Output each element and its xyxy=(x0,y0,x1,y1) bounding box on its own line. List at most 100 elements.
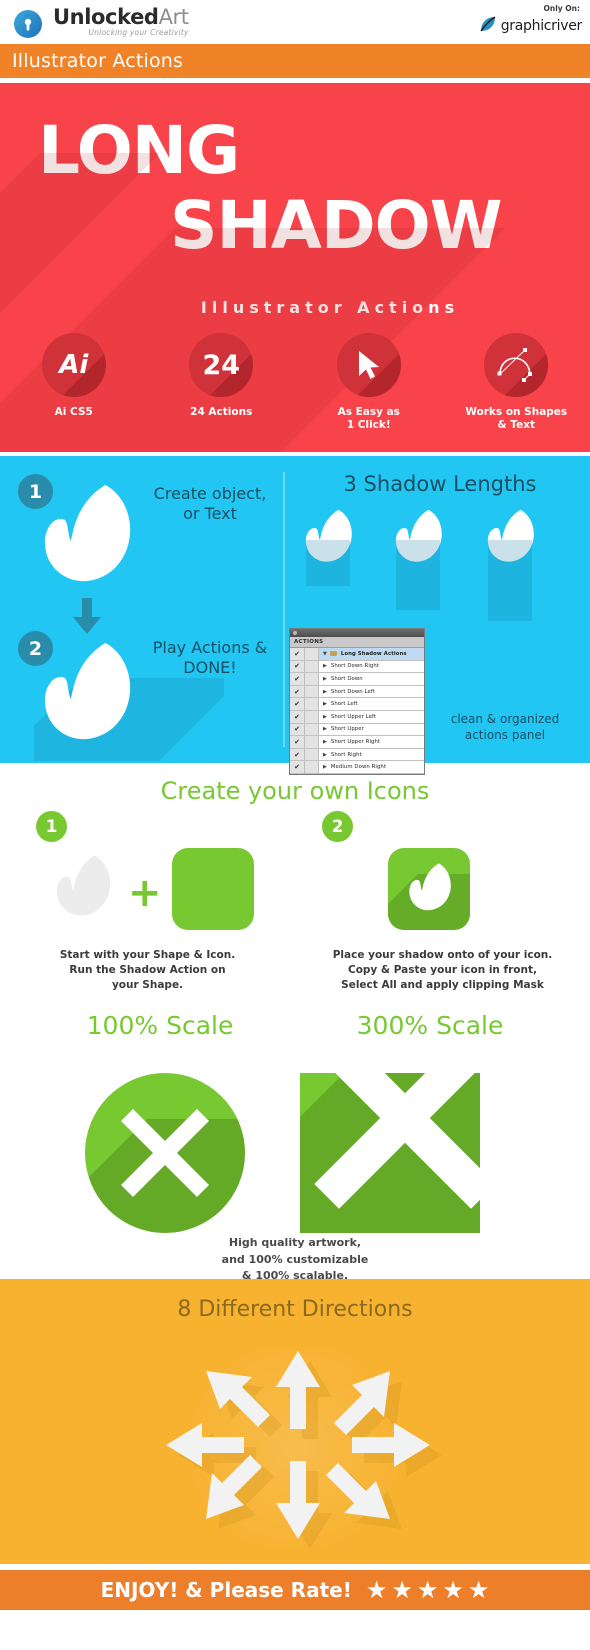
action-set-row[interactable]: ✔ ▼ Long Shadow Actions xyxy=(290,648,424,661)
star-icon[interactable]: ★ xyxy=(417,1578,439,1602)
shadow-length-long xyxy=(482,506,548,621)
action-name: Short Upper xyxy=(330,726,364,733)
step-2-text: Play Actions & DONE! xyxy=(152,638,268,677)
section-title: Illustrator Actions xyxy=(12,50,184,72)
high-quality-caption: High quality artwork, and 100% customiza… xyxy=(221,1236,369,1282)
icons-step-2-number: 2 xyxy=(331,816,344,837)
action-toggle-box[interactable] xyxy=(305,698,319,710)
action-toggle-box[interactable] xyxy=(305,723,319,736)
action-toggle-box[interactable] xyxy=(305,761,319,773)
action-row[interactable]: ✔ ▶ Short Upper Left xyxy=(290,710,424,724)
disclosure-triangle-icon[interactable]: ▼ xyxy=(319,651,327,657)
action-name: Short Right xyxy=(330,751,362,758)
action-toggle-box[interactable] xyxy=(305,710,319,723)
action-checkbox[interactable]: ✔ xyxy=(290,698,305,710)
feature-24-actions: 24 24 Actions xyxy=(148,333,296,432)
disclosure-triangle-icon[interactable]: ▶ xyxy=(319,714,327,720)
actions-panel[interactable]: ACTIONS ✔ ▼ Long Shadow Actions ✔ ▶ Short … xyxy=(289,628,425,775)
brand-logo[interactable]: UnlockedArt Unlocking your Creativity xyxy=(12,5,189,39)
shadow-length-short xyxy=(300,506,366,616)
directions-section: 8 Different Directions xyxy=(0,1279,590,1564)
disclosure-triangle-icon[interactable]: ▶ xyxy=(319,739,327,745)
action-checkbox[interactable]: ✔ xyxy=(290,685,305,698)
only-on-label: Only On: xyxy=(543,4,580,13)
graphicriver-badge[interactable]: Only On: graphicriver xyxy=(478,4,582,38)
action-checkbox[interactable]: ✔ xyxy=(290,673,305,685)
disclosure-triangle-icon[interactable]: ▶ xyxy=(319,726,327,732)
page-footer: ENJOY! & Please Rate! ★ ★ ★ ★ ★ xyxy=(0,1570,590,1610)
action-toggle-box[interactable] xyxy=(305,648,319,660)
action-toggle-box[interactable] xyxy=(305,660,319,673)
panel-title-bar xyxy=(290,629,424,637)
page-header: UnlockedArt Unlocking your Creativity On… xyxy=(0,0,590,44)
star-icon[interactable]: ★ xyxy=(391,1578,413,1602)
icons-step-1-badge: 1 xyxy=(36,811,67,842)
feature-glyph: Ai xyxy=(59,350,89,380)
star-icon[interactable]: ★ xyxy=(366,1578,388,1602)
gray-leaf-shape-icon xyxy=(56,855,111,916)
action-checkbox[interactable]: ✔ xyxy=(290,748,305,761)
bezier-pen-icon xyxy=(484,333,549,397)
section-divider xyxy=(283,472,285,747)
star-icon[interactable]: ★ xyxy=(468,1578,490,1602)
arrow-down-icon xyxy=(73,598,101,634)
feature-badges-row: Ai Ai CS5 24 24 Actions As Easy as 1 Cli… xyxy=(0,333,590,432)
action-row[interactable]: ✔ ▶ Short Down xyxy=(290,673,424,686)
feature-label: As Easy as 1 Click! xyxy=(337,406,400,432)
shadow-length-medium xyxy=(390,506,456,616)
shadow-lengths-title: 3 Shadow Lengths xyxy=(343,472,537,496)
disclosure-triangle-icon[interactable]: ▶ xyxy=(319,701,327,707)
action-checkbox[interactable]: ✔ xyxy=(290,761,305,773)
action-toggle-box[interactable] xyxy=(305,685,319,698)
action-checkbox[interactable]: ✔ xyxy=(290,723,305,736)
step-1-text: Create object, or Text xyxy=(153,484,267,523)
action-checkbox[interactable]: ✔ xyxy=(290,710,305,723)
action-row[interactable]: ✔ ▶ Medium Down Right xyxy=(290,761,424,774)
action-checkbox[interactable]: ✔ xyxy=(290,648,305,660)
graphicriver-name: graphicriver xyxy=(500,18,583,34)
folder-icon xyxy=(329,651,337,657)
action-name: Short Left xyxy=(330,701,358,708)
count-icon: 24 xyxy=(189,333,254,397)
scale-300-title: 300% Scale xyxy=(356,1011,504,1040)
feature-ai-cs5: Ai Ai CS5 xyxy=(0,333,148,432)
actions-panel-caption: clean & organized actions panel xyxy=(450,712,560,743)
rating-stars[interactable]: ★ ★ ★ ★ ★ xyxy=(366,1578,490,1602)
green-rounded-square xyxy=(172,848,254,930)
action-checkbox[interactable]: ✔ xyxy=(290,736,305,748)
action-row[interactable]: ✔ ▶ Short Down Left xyxy=(290,685,424,699)
action-row[interactable]: ✔ ▶ Short Upper Right xyxy=(290,736,424,749)
feature-label: 24 Actions xyxy=(190,406,253,418)
disclosure-triangle-icon[interactable]: ▶ xyxy=(319,764,327,770)
action-name: Medium Down Right xyxy=(330,764,387,771)
action-toggle-box[interactable] xyxy=(305,736,319,748)
icons-step-1-number: 1 xyxy=(45,816,58,837)
disclosure-triangle-icon[interactable]: ▶ xyxy=(319,676,327,682)
action-checkbox[interactable]: ✔ xyxy=(290,660,305,673)
action-row[interactable]: ✔ ▶ Short Upper xyxy=(290,723,424,737)
star-icon[interactable]: ★ xyxy=(442,1578,464,1602)
scale-100-title: 100% Scale xyxy=(86,1011,234,1040)
action-toggle-box[interactable] xyxy=(305,748,319,761)
disclosure-triangle-icon[interactable]: ▶ xyxy=(319,689,327,695)
disclosure-triangle-icon[interactable]: ▶ xyxy=(319,752,327,758)
scale-300-zoom-fragment xyxy=(300,1073,480,1233)
plus-icon: + xyxy=(128,870,162,916)
action-row[interactable]: ✔ ▶ Short Down Right xyxy=(290,660,424,674)
section-title-bar: Illustrator Actions xyxy=(0,44,590,78)
feature-label: Works on Shapes & Text xyxy=(465,406,568,432)
directions-title: 8 Different Directions xyxy=(177,1297,413,1322)
action-name: Short Down Left xyxy=(330,688,375,695)
action-toggle-box[interactable] xyxy=(305,673,319,685)
action-name: Short Down xyxy=(330,675,363,682)
feature-glyph: 24 xyxy=(202,349,241,381)
action-name: Short Upper Left xyxy=(330,713,377,720)
action-row[interactable]: ✔ ▶ Short Right xyxy=(290,748,424,762)
create-icons-section: Create your own Icons 1 + Start with you… xyxy=(0,763,590,1073)
disclosure-triangle-icon[interactable]: ▶ xyxy=(319,663,327,669)
panel-tab-actions[interactable]: ACTIONS xyxy=(290,637,424,648)
action-rows-container: ✔ ▶ Short Down Right ✔ ▶ Short Down ✔ ▶ Short Do… xyxy=(290,660,424,774)
feature-shapes-text: Works on Shapes & Text xyxy=(443,333,590,432)
eight-direction-arrows-icon xyxy=(166,1351,442,1548)
action-row[interactable]: ✔ ▶ Short Left xyxy=(290,698,424,711)
